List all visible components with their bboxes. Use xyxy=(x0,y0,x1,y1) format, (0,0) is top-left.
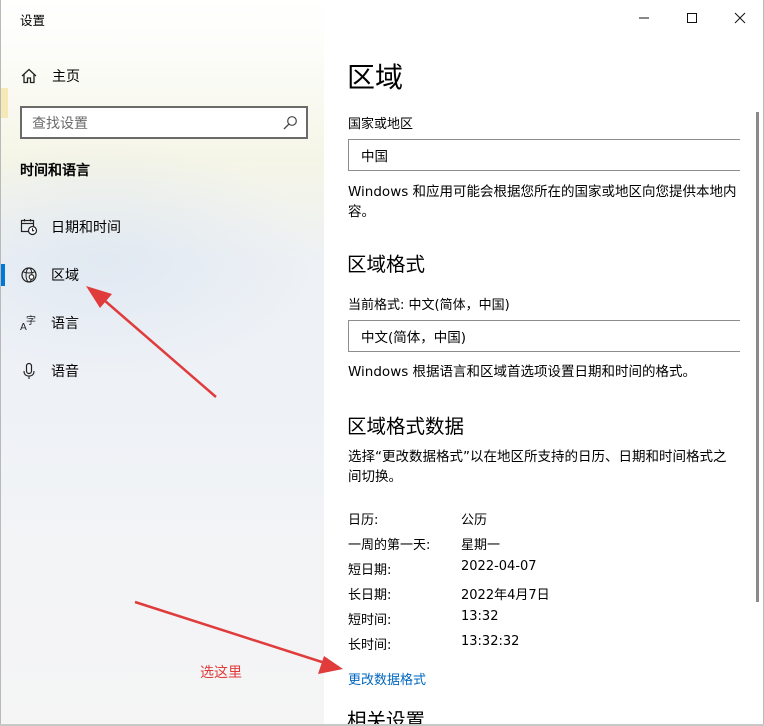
window-border xyxy=(0,0,1,726)
format-data-row: 一周的第一天: 星期一 xyxy=(348,534,500,553)
close-icon xyxy=(734,12,746,24)
country-label: 国家或地区 xyxy=(348,117,414,132)
main-content: 区域 国家或地区 中国 Windows 和应用可能会根据您所在的国家或地区向您提… xyxy=(324,0,764,726)
format-data-row: 短时间: 13:32 xyxy=(348,609,498,628)
sidebar-item-label: 日期和时间 xyxy=(51,220,121,236)
window-title: 设置 xyxy=(20,13,46,28)
format-data-row: 长时间: 13:32:32 xyxy=(348,634,519,653)
format-data-row: 短日期: 2022-04-07 xyxy=(348,559,537,578)
sidebar-item-label: 语言 xyxy=(51,316,79,332)
sidebar-item-language[interactable]: A 字 语言 xyxy=(0,303,324,343)
format-data-key: 一周的第一天: xyxy=(348,538,431,553)
close-button[interactable] xyxy=(716,0,764,36)
format-data-value: 13:32 xyxy=(461,609,499,624)
format-data-key: 长时间: xyxy=(348,638,392,653)
format-data-value: 13:32:32 xyxy=(461,634,520,649)
format-data-value: 星期一 xyxy=(461,538,501,553)
format-value: 中文(简体，中国) xyxy=(361,330,467,346)
page-title: 区域 xyxy=(347,61,404,94)
sidebar-item-label: 语音 xyxy=(51,364,79,380)
current-format-label: 当前格式: 中文(简体，中国) xyxy=(348,298,510,313)
section-heading: 时间和语言 xyxy=(20,163,90,179)
window-controls xyxy=(620,0,764,36)
sidebar-item-speech[interactable]: 语音 xyxy=(0,351,324,391)
country-description: Windows 和应用可能会根据您所在的国家或地区向您提供本地内容。 xyxy=(348,184,737,220)
annotation-label: 选这里 xyxy=(200,665,242,681)
scrollbar[interactable] xyxy=(756,112,759,602)
language-icon: A 字 xyxy=(20,314,36,332)
sidebar-item-label: 区域 xyxy=(51,268,79,284)
format-data-row: 日历: 公历 xyxy=(348,509,487,528)
sidebar-item-home[interactable]: 主页 xyxy=(20,64,80,88)
format-heading: 区域格式 xyxy=(347,253,426,276)
search-icon[interactable] xyxy=(282,115,298,131)
country-value: 中国 xyxy=(361,149,388,165)
microphone-icon xyxy=(23,362,35,379)
format-data-key: 短日期: xyxy=(348,563,392,578)
sidebar-item-date-time[interactable]: 日期和时间 xyxy=(0,207,324,247)
format-description: Windows 根据语言和区域首选项设置日期和时间的格式。 xyxy=(348,364,697,380)
minimize-icon xyxy=(639,17,649,19)
country-dropdown[interactable]: 中国 xyxy=(348,139,740,171)
format-data-key: 短时间: xyxy=(348,613,392,628)
home-icon xyxy=(21,68,37,84)
search-input[interactable]: 查找设置 xyxy=(20,106,308,139)
sidebar-item-label: 主页 xyxy=(52,69,80,85)
format-dropdown[interactable]: 中文(简体，中国) xyxy=(348,320,740,352)
format-data-description: 选择“更改数据格式”以在地区所支持的日历、日期和时间格式之间切换。 xyxy=(348,449,727,485)
format-data-value: 公历 xyxy=(461,513,488,528)
maximize-button[interactable] xyxy=(668,0,716,36)
related-settings-heading: 相关设置 xyxy=(347,709,426,726)
format-data-row: 长日期: 2022年4月7日 xyxy=(348,584,550,603)
format-data-value: 2022-04-07 xyxy=(461,559,537,574)
maximize-icon xyxy=(687,13,697,23)
minimize-button[interactable] xyxy=(620,0,668,36)
settings-sidebar: 设置 主页 查找设置 时间和语言 日期和时间 区域 A 字 语言 语音 xyxy=(0,0,324,726)
format-data-value: 2022年4月7日 xyxy=(461,588,550,603)
calendar-clock-icon xyxy=(20,219,38,236)
sidebar-item-region[interactable]: 区域 xyxy=(0,255,324,295)
search-placeholder: 查找设置 xyxy=(32,115,88,132)
change-format-link[interactable]: 更改数据格式 xyxy=(348,669,426,688)
format-data-key: 长日期: xyxy=(348,588,392,603)
svg-text:字: 字 xyxy=(26,314,36,327)
globe-icon xyxy=(21,267,37,283)
format-data-key: 日历: xyxy=(348,513,379,528)
format-data-heading: 区域格式数据 xyxy=(347,415,465,438)
